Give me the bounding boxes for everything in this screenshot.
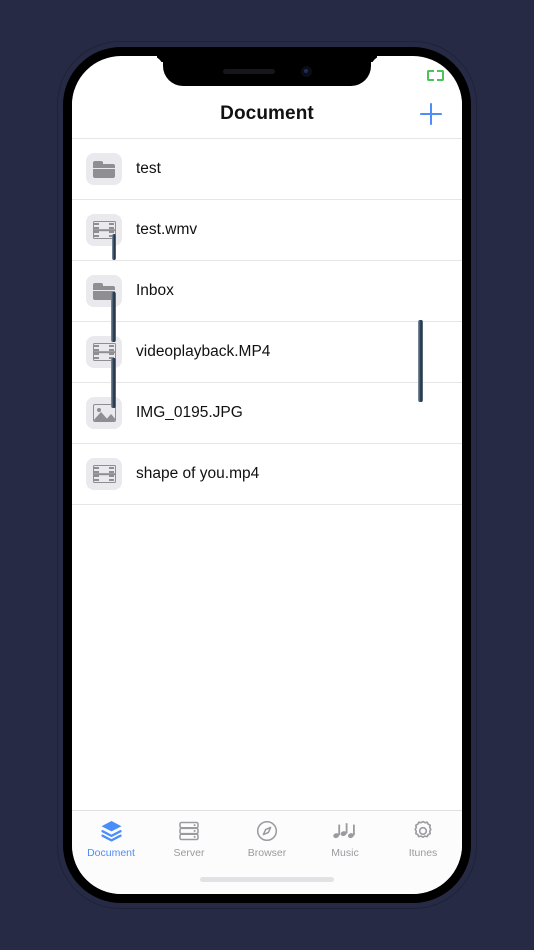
home-indicator-area	[72, 872, 462, 894]
tab-document[interactable]: Document	[77, 818, 145, 859]
folder-icon	[86, 153, 122, 185]
file-list: test test.wmv Inbox videoplayback.MP4 IMG_01…	[72, 138, 462, 810]
tab-browser[interactable]: Browser	[233, 818, 301, 859]
front-camera-icon	[300, 65, 312, 77]
tab-label: Document	[87, 847, 135, 859]
tab-label: Server	[173, 847, 205, 859]
tab-bar: Document Server Browser Music Itunes	[72, 810, 462, 872]
speaker-grille-icon	[222, 68, 275, 74]
file-name: Inbox	[136, 282, 174, 299]
volume-down-button[interactable]	[111, 358, 116, 408]
film-icon	[86, 458, 122, 490]
tab-label: Browser	[247, 847, 287, 859]
file-row[interactable]: IMG_0195.JPG	[72, 383, 462, 444]
notch	[163, 56, 371, 86]
add-button[interactable]	[416, 99, 446, 129]
tab-itunes[interactable]: Itunes	[389, 818, 457, 859]
tab-label: Music	[331, 847, 359, 859]
file-name: test	[136, 160, 161, 177]
file-name: videoplayback.MP4	[136, 343, 271, 360]
film-icon	[86, 336, 122, 368]
tab-music[interactable]: Music	[311, 818, 379, 859]
film-icon	[86, 214, 122, 246]
phone-frame: Document test test.wmv Inbox videoplayback.…	[58, 42, 476, 908]
file-row[interactable]: videoplayback.MP4	[72, 322, 462, 383]
file-row[interactable]: shape of you.mp4	[72, 444, 462, 505]
music-note-icon	[332, 818, 358, 843]
volume-up-button[interactable]	[111, 292, 116, 342]
photo-icon	[86, 397, 122, 429]
tab-server[interactable]: Server	[155, 818, 223, 859]
power-button[interactable]	[418, 320, 423, 402]
file-row[interactable]: test	[72, 139, 462, 200]
home-indicator[interactable]	[200, 877, 334, 882]
layers-icon	[99, 818, 124, 843]
file-name: IMG_0195.JPG	[136, 404, 243, 421]
folder-icon	[86, 275, 122, 307]
silent-switch[interactable]	[112, 234, 116, 260]
compass-icon	[255, 818, 279, 843]
battery-right-segment	[437, 69, 444, 81]
phone-screen: Document test test.wmv Inbox videoplayback.…	[72, 56, 462, 894]
server-icon	[177, 818, 201, 843]
battery-left-segment	[427, 69, 434, 81]
phone-bezel: Document test test.wmv Inbox videoplayback.…	[63, 47, 471, 903]
file-name: shape of you.mp4	[136, 465, 260, 482]
file-row[interactable]: Inbox	[72, 261, 462, 322]
navigation-bar: Document	[72, 90, 462, 138]
file-row[interactable]: test.wmv	[72, 200, 462, 261]
gear-icon	[411, 818, 435, 843]
page-title: Document	[220, 103, 314, 124]
tab-label: Itunes	[408, 847, 438, 859]
file-name: test.wmv	[136, 221, 198, 238]
battery-icon	[427, 69, 444, 81]
